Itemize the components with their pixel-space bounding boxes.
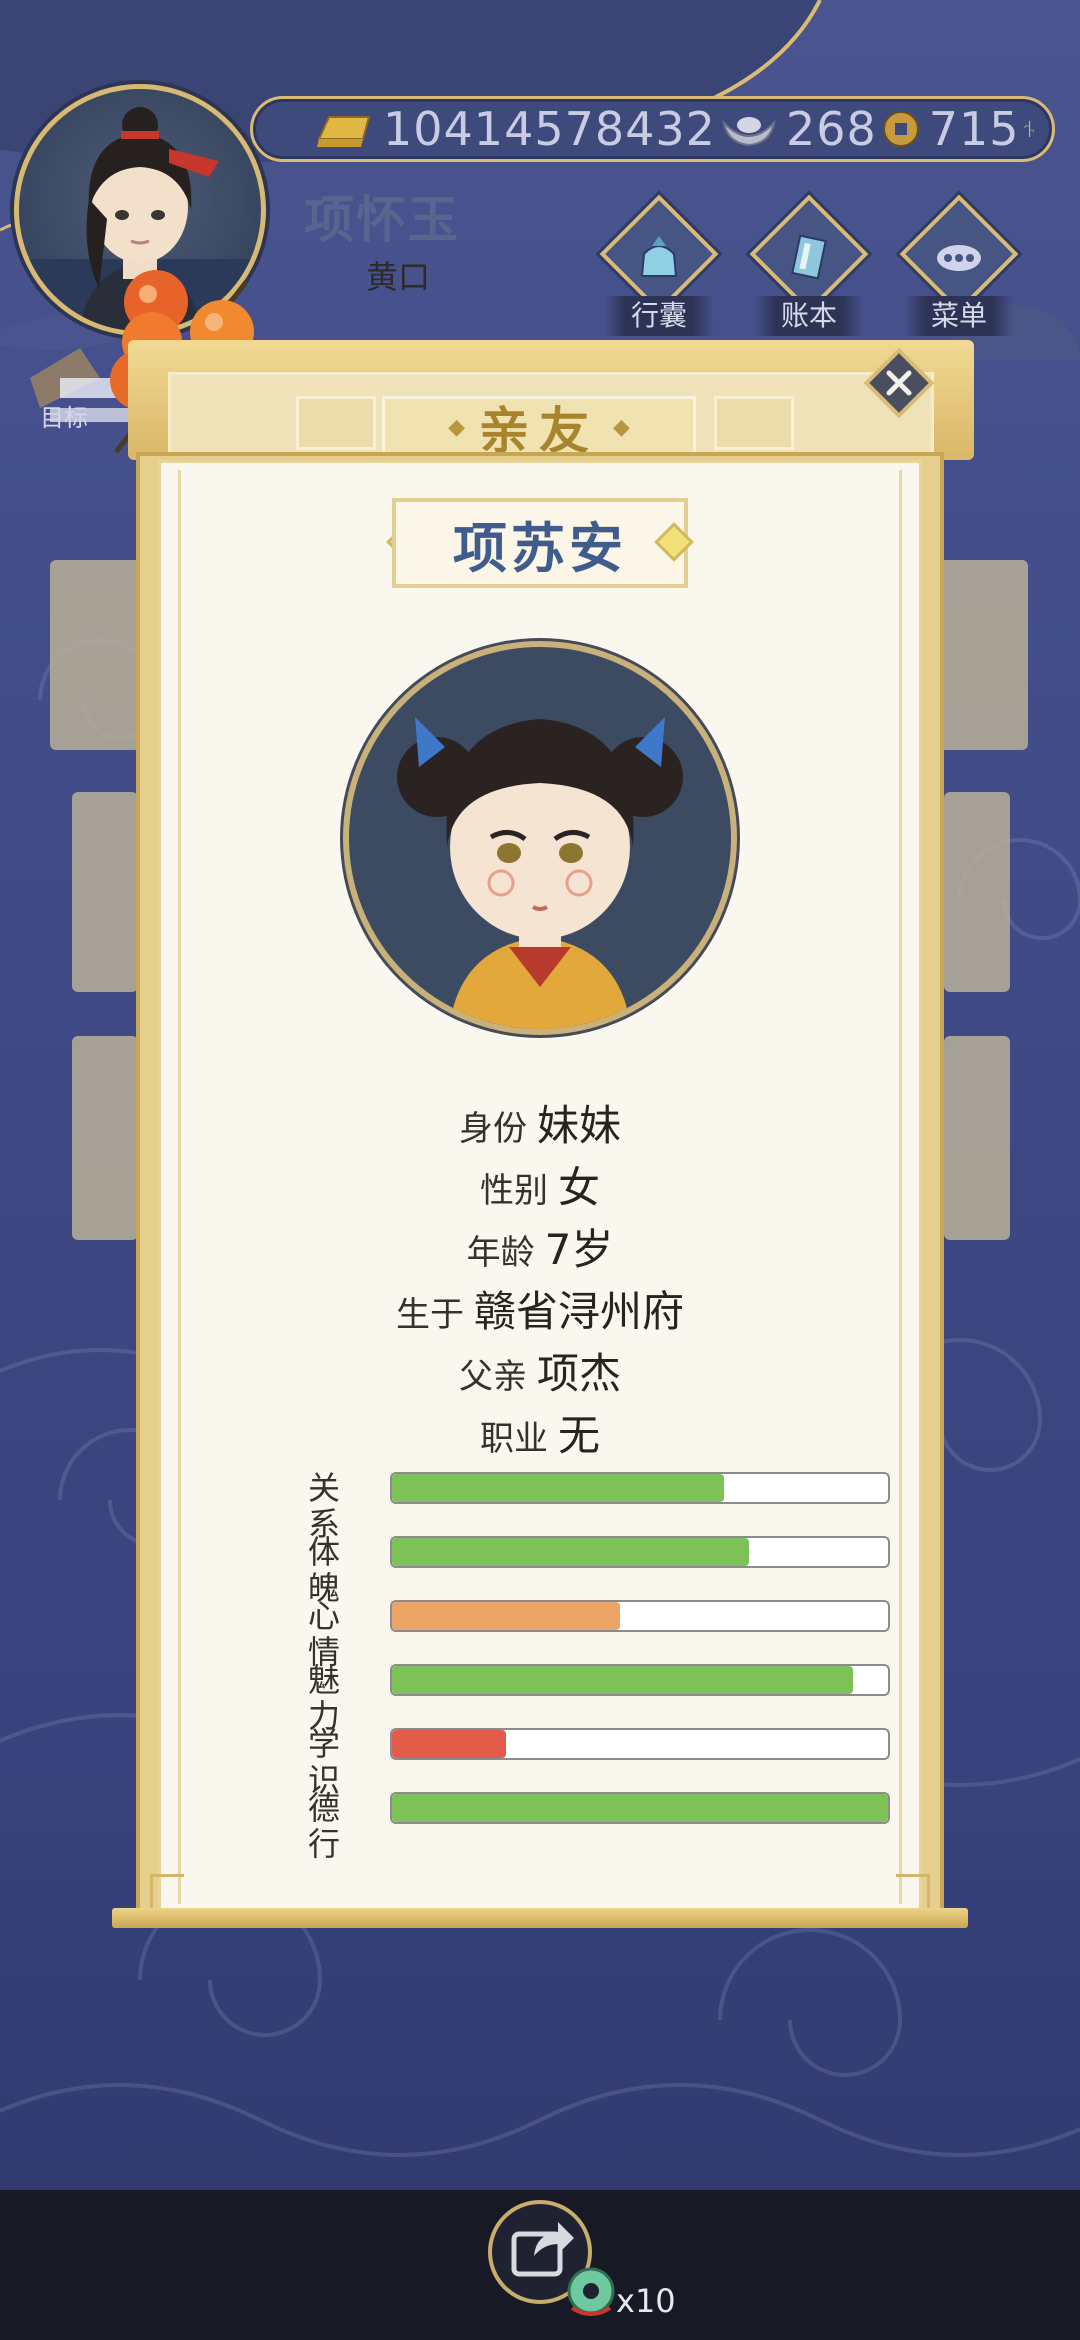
more-icon <box>937 245 981 271</box>
relative-name: 项苏安 <box>392 498 688 588</box>
gold-bar-icon <box>317 116 371 147</box>
menu-button-bag[interactable]: 行囊 <box>599 194 719 336</box>
silver-amount: 268 <box>785 102 877 156</box>
background-card <box>72 792 138 992</box>
menu-label: 行囊 <box>604 296 714 336</box>
corner-ornament <box>896 1874 930 1908</box>
girl-portrait-icon <box>397 717 683 1029</box>
menu-label: 菜单 <box>904 296 1014 336</box>
gold-amount: 10414578432 <box>383 102 716 156</box>
header-ornament-right <box>714 396 794 450</box>
stat-fill <box>392 1730 507 1758</box>
scroll-bottom-rod <box>112 1908 968 1928</box>
share-count: x10 <box>616 2282 676 2320</box>
info-row-identity: 身份 妹妹 <box>458 1101 621 1150</box>
panel-title: ◆ 亲友 ◆ <box>382 396 696 460</box>
menu-button-ledger[interactable]: 账本 <box>749 194 869 336</box>
gold-currency: 10414578432 <box>313 102 716 156</box>
player-name: 项怀玉 <box>304 191 460 249</box>
menu-label: 账本 <box>754 296 864 336</box>
header-ornament-left <box>296 396 376 450</box>
bamboo-decor-icon <box>1023 120 1034 138</box>
coin-amount: 715 <box>928 102 1020 156</box>
goal-label[interactable]: 目标 <box>40 398 88 433</box>
stat-fill <box>392 1666 854 1694</box>
background-card <box>938 560 1028 750</box>
coin-currency: 715 <box>881 102 1020 156</box>
stat-fill <box>392 1474 725 1502</box>
menu-button-more[interactable]: 菜单 <box>899 194 1019 336</box>
info-row-father: 父亲 项杰 <box>458 1349 621 1398</box>
close-button[interactable] <box>862 346 936 420</box>
background-card <box>72 1036 138 1240</box>
copper-coin-icon <box>882 111 919 147</box>
currency-bar: 10414578432 268 715 <box>250 96 1055 162</box>
silver-ingot-icon <box>722 117 776 147</box>
player-rank: 黄口 <box>366 258 431 296</box>
ledger-icon <box>791 234 827 280</box>
stat-fill <box>392 1602 621 1630</box>
silver-currency: 268 <box>720 102 877 156</box>
jade-token-icon <box>567 2267 615 2316</box>
relative-portrait <box>343 641 737 1035</box>
stat-fill <box>392 1538 750 1566</box>
bag-icon <box>640 236 678 277</box>
info-row-gender: 性别女 <box>479 1163 600 1212</box>
background-card <box>944 1036 1010 1240</box>
background-card <box>50 560 140 750</box>
info-row-age: 年龄 7岁 <box>466 1225 614 1274</box>
stat-fill <box>392 1794 888 1822</box>
background-card <box>944 792 1010 992</box>
info-row-occupation: 职业无 <box>479 1411 600 1460</box>
info-row-birthplace: 生于 赣省浔州府 <box>395 1287 684 1336</box>
corner-ornament <box>150 1874 184 1908</box>
